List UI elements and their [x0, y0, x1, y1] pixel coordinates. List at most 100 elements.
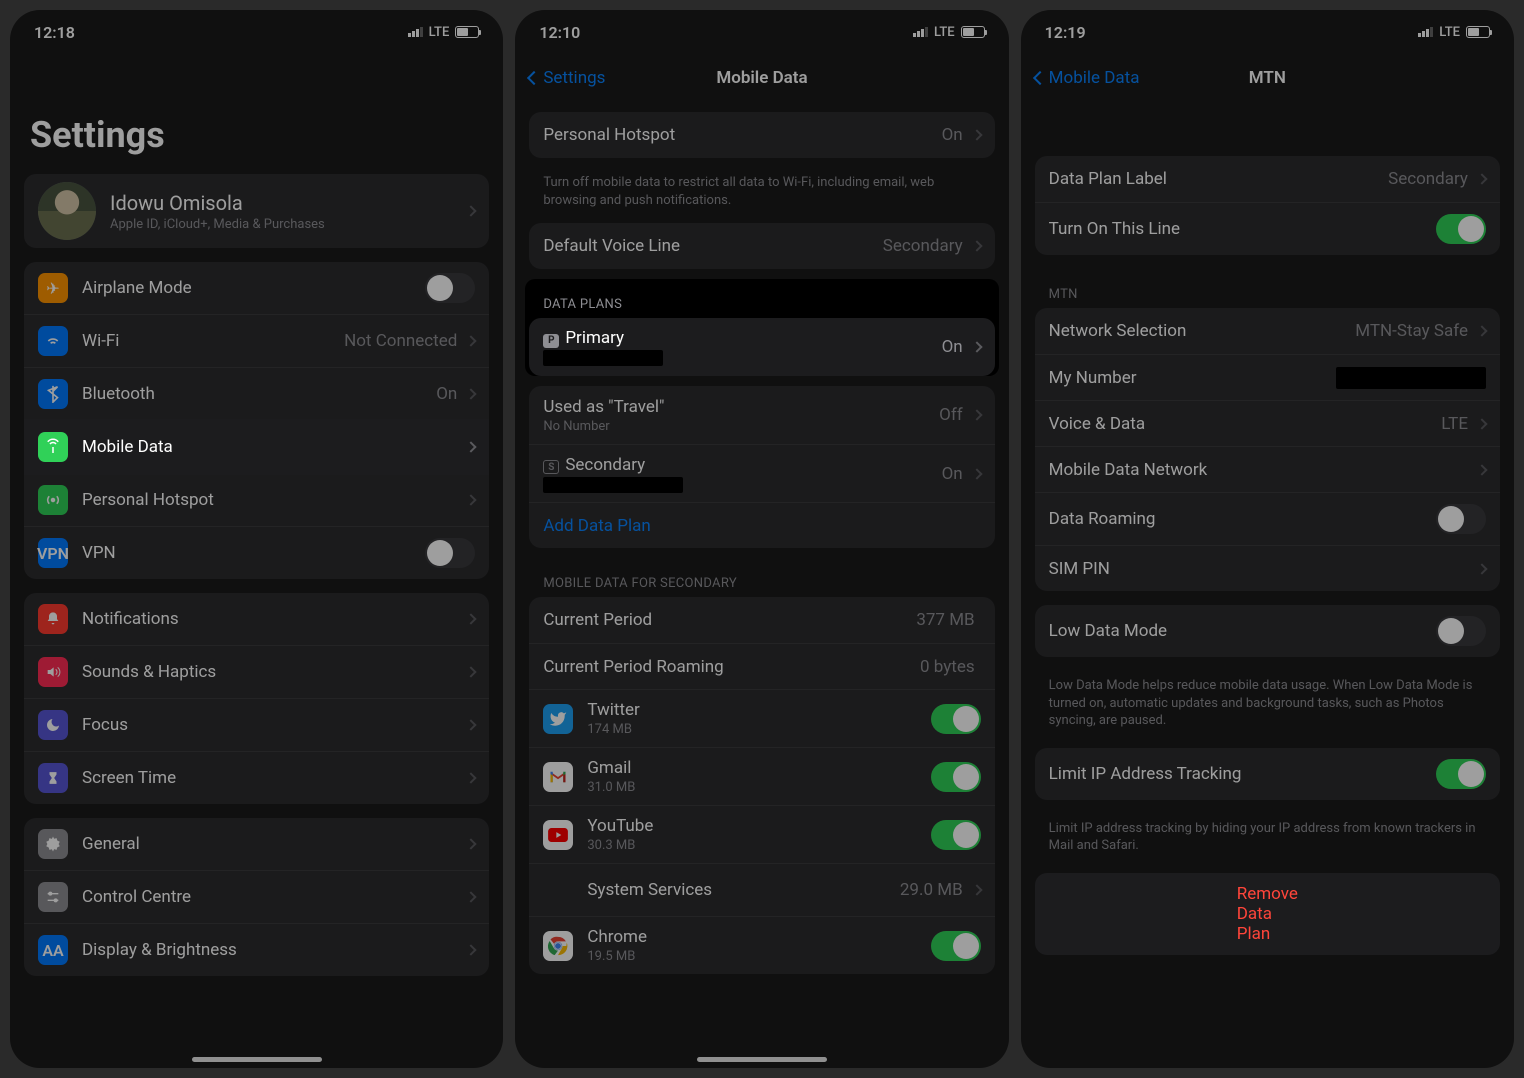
row-app-twitter[interactable]: Twitter 174 MB: [529, 689, 994, 747]
network-label: LTE: [934, 25, 955, 40]
row-display[interactable]: AA Display & Brightness: [24, 923, 489, 976]
vpn-label: VPN: [82, 543, 425, 563]
row-plan-primary[interactable]: PPrimary On: [529, 318, 994, 376]
turn-on-toggle[interactable]: [1436, 214, 1486, 244]
moon-icon: [38, 710, 68, 740]
screenshot-mobile-data: 12:10 LTE Settings Mobile Data Personal …: [515, 10, 1008, 1068]
row-screen-time[interactable]: Screen Time: [24, 751, 489, 804]
row-hotspot[interactable]: Personal Hotspot: [24, 473, 489, 526]
sound-label: Sounds & Haptics: [82, 662, 463, 682]
battery-icon: [1466, 26, 1490, 38]
row-network-selection[interactable]: Network Selection MTN-Stay Safe: [1035, 308, 1500, 354]
row-app-youtube[interactable]: YouTube 30.3 MB: [529, 805, 994, 863]
limitip-toggle[interactable]: [1436, 759, 1486, 789]
mdn-label: Mobile Data Network: [1049, 460, 1474, 480]
network-label: LTE: [1439, 25, 1460, 40]
system-value: 29.0 MB: [900, 880, 963, 900]
limitip-group: Limit IP Address Tracking: [1035, 748, 1500, 800]
youtube-toggle[interactable]: [931, 820, 981, 850]
airplane-icon: ✈: [38, 273, 68, 303]
hourglass-icon: [38, 763, 68, 793]
row-limit-ip[interactable]: Limit IP Address Tracking: [1035, 748, 1500, 800]
clock: 12:10: [539, 23, 580, 42]
row-bluetooth[interactable]: Bluetooth On: [24, 367, 489, 420]
antenna-icon: [38, 432, 68, 462]
voice-value: Secondary: [883, 236, 963, 256]
row-airplane-mode[interactable]: ✈ Airplane Mode: [24, 262, 489, 314]
screen-label: Screen Time: [82, 768, 463, 788]
chevron-right-icon: [466, 494, 477, 505]
back-button[interactable]: Settings: [529, 68, 605, 88]
row-control-centre[interactable]: Control Centre: [24, 870, 489, 923]
sliders-icon: [38, 882, 68, 912]
plan-label: Data Plan Label: [1049, 169, 1388, 189]
row-focus[interactable]: Focus: [24, 698, 489, 751]
row-plan-secondary[interactable]: SSecondary On: [529, 444, 994, 502]
row-wifi[interactable]: Wi-Fi Not Connected: [24, 314, 489, 367]
row-mobile-data[interactable]: Mobile Data: [24, 420, 489, 473]
row-app-gmail[interactable]: Gmail 31.0 MB: [529, 747, 994, 805]
row-personal-hotspot[interactable]: Personal Hotspot On: [529, 112, 994, 158]
row-mobile-data-network[interactable]: Mobile Data Network: [1035, 446, 1500, 492]
notif-label: Notifications: [82, 609, 463, 629]
turn-on-label: Turn On This Line: [1049, 219, 1436, 239]
row-my-number[interactable]: My Number: [1035, 354, 1500, 400]
chevron-right-icon: [466, 719, 477, 730]
gmail-toggle[interactable]: [931, 762, 981, 792]
row-data-plan-label[interactable]: Data Plan Label Secondary: [1035, 156, 1500, 202]
chevron-right-icon: [971, 884, 982, 895]
row-vpn[interactable]: VPN VPN: [24, 526, 489, 579]
bluetooth-icon: [38, 379, 68, 409]
wifi-value: Not Connected: [344, 331, 457, 351]
row-general[interactable]: General: [24, 818, 489, 870]
youtube-usage: 30.3 MB: [587, 838, 930, 853]
data-plans-highlight: DATA PLANS PPrimary On: [525, 279, 998, 376]
chevron-right-icon: [466, 772, 477, 783]
remove-plan-group: Remove Data Plan: [1035, 873, 1500, 955]
row-low-data-mode[interactable]: Low Data Mode: [1035, 605, 1500, 657]
row-plan-travel[interactable]: Used as "Travel" No Number Off: [529, 386, 994, 444]
chrome-toggle[interactable]: [931, 931, 981, 961]
row-system-services[interactable]: System Services 29.0 MB: [529, 863, 994, 916]
alerts-group: Notifications Sounds & Haptics Focus: [24, 593, 489, 804]
plan-travel-label: Used as "Travel": [543, 397, 939, 417]
plan-primary-value: On: [942, 337, 963, 357]
plan-secondary-value: On: [942, 464, 963, 484]
status-bar: 12:19 LTE: [1021, 10, 1514, 54]
lowdata-toggle[interactable]: [1436, 616, 1486, 646]
row-turn-on-line[interactable]: Turn On This Line: [1035, 202, 1500, 255]
apple-id-card[interactable]: Idowu Omisola Apple ID, iCloud+, Media &…: [24, 174, 489, 248]
twitter-icon: [543, 704, 573, 734]
remove-data-plan-button[interactable]: Remove Data Plan: [1035, 873, 1500, 955]
battery-icon: [455, 26, 479, 38]
airplane-toggle[interactable]: [425, 273, 475, 303]
chrome-label: Chrome: [587, 927, 930, 947]
twitter-usage: 174 MB: [587, 722, 930, 737]
wifi-label: Wi-Fi: [82, 331, 344, 351]
home-indicator[interactable]: [697, 1057, 827, 1062]
row-data-roaming[interactable]: Data Roaming: [1035, 492, 1500, 545]
home-indicator[interactable]: [192, 1057, 322, 1062]
vpn-toggle[interactable]: [425, 538, 475, 568]
row-voice-data[interactable]: Voice & Data LTE: [1035, 400, 1500, 446]
back-label: Mobile Data: [1049, 68, 1140, 88]
plan-travel-value: Off: [939, 405, 963, 425]
row-sounds[interactable]: Sounds & Haptics: [24, 645, 489, 698]
row-notifications[interactable]: Notifications: [24, 593, 489, 645]
redacted-number: [1336, 367, 1486, 389]
roam-toggle[interactable]: [1436, 504, 1486, 534]
clock: 12:18: [34, 23, 75, 42]
row-app-chrome[interactable]: Chrome 19.5 MB: [529, 916, 994, 974]
row-default-voice-line[interactable]: Default Voice Line Secondary: [529, 223, 994, 269]
carrier-group: Network Selection MTN-Stay Safe My Numbe…: [1035, 308, 1500, 591]
remove-plan-highlight: Remove Data Plan: [1035, 873, 1500, 955]
row-add-data-plan[interactable]: Add Data Plan: [529, 502, 994, 548]
limitip-footer: Limit IP address tracking by hiding your…: [1035, 814, 1500, 859]
screenshot-settings-root: 12:18 LTE Settings Idowu Omisola Apple I…: [10, 10, 503, 1068]
general-label: General: [82, 834, 463, 854]
twitter-toggle[interactable]: [931, 704, 981, 734]
row-sim-pin[interactable]: SIM PIN: [1035, 545, 1500, 591]
chevron-right-icon: [466, 666, 477, 677]
back-button[interactable]: Mobile Data: [1035, 68, 1140, 88]
youtube-label: YouTube: [587, 816, 930, 836]
